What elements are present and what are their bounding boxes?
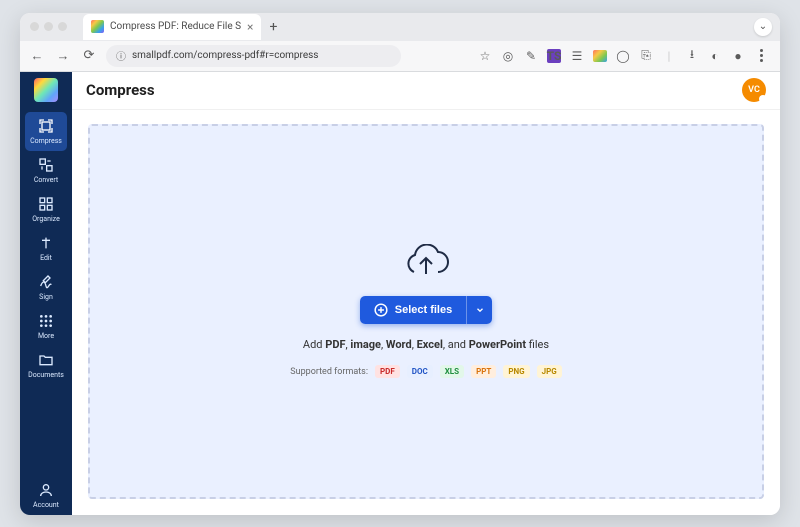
reload-button[interactable]: ⟳ — [80, 47, 98, 65]
format-pdf-badge: PDF — [375, 365, 400, 378]
sidebar-label: Sign — [39, 293, 53, 301]
address-bar-row: ← → ⟳ ⓘ smallpdf.com/compress-pdf#r=comp… — [20, 41, 780, 71]
maximize-window-icon[interactable] — [58, 22, 67, 31]
url-text: smallpdf.com/compress-pdf#r=compress — [132, 50, 318, 61]
file-dropzone[interactable]: Select files Add PDF, image, Word, Excel… — [88, 124, 764, 499]
back-button[interactable]: ← — [28, 47, 46, 65]
content: Select files Add PDF, image, Word, Excel… — [72, 110, 780, 515]
smallpdf-logo-icon[interactable] — [34, 78, 58, 102]
sidebar-item-compress[interactable]: Compress — [25, 112, 67, 151]
ext-shield-icon[interactable]: ◐ — [708, 49, 722, 63]
sidebar-label: Organize — [32, 215, 60, 223]
address-bar[interactable]: ⓘ smallpdf.com/compress-pdf#r=compress — [106, 45, 401, 67]
sidebar-label: More — [38, 332, 54, 340]
select-files-dropdown[interactable] — [466, 296, 492, 324]
tab-close-icon[interactable]: × — [247, 20, 253, 34]
tab-strip: Compress PDF: Reduce File S × + ⌄ — [20, 13, 780, 41]
supported-formats: Supported formats: PDF DOC XLS PPT PNG J… — [290, 365, 561, 378]
app-body: Compress Convert Organize Edit Sign More — [20, 72, 780, 515]
toolbar-icons: ☆ ◎ ✎ TS ☰ ◯ ⎘ | ⭳ ◐ ● — [478, 49, 772, 63]
sidebar: Compress Convert Organize Edit Sign More — [20, 72, 72, 515]
convert-icon — [38, 157, 54, 173]
ext-sep-icon: | — [662, 49, 676, 63]
avatar-initials: VC — [748, 85, 760, 95]
menu-icon[interactable] — [754, 49, 768, 63]
sidebar-item-edit[interactable]: Edit — [25, 229, 67, 268]
documents-icon — [38, 352, 54, 368]
page-header: Compress VC — [72, 72, 780, 110]
t: PowerPoint — [469, 338, 526, 351]
t: Word — [386, 338, 412, 351]
sidebar-item-more[interactable]: More — [25, 307, 67, 346]
organize-icon — [38, 196, 54, 212]
star-icon[interactable]: ☆ — [478, 49, 492, 63]
forward-button[interactable]: → — [54, 47, 72, 65]
close-window-icon[interactable] — [30, 22, 39, 31]
t: image — [350, 338, 381, 351]
t: PDF — [325, 338, 345, 351]
more-icon — [38, 313, 54, 329]
ext-camera-icon[interactable]: ◯ — [616, 49, 630, 63]
browser-window: Compress PDF: Reduce File S × + ⌄ ← → ⟳ … — [20, 13, 780, 515]
window-controls — [20, 22, 77, 31]
tab-title: Compress PDF: Reduce File S — [110, 21, 241, 32]
plus-circle-icon — [374, 303, 388, 317]
t: Add — [303, 338, 325, 351]
ext-color-icon[interactable] — [593, 49, 607, 63]
sidebar-item-account[interactable]: Account — [25, 476, 67, 515]
sidebar-item-organize[interactable]: Organize — [25, 190, 67, 229]
account-icon — [38, 482, 54, 498]
format-doc-badge: DOC — [407, 365, 433, 378]
page-title: Compress — [86, 81, 155, 99]
ext-1p-icon[interactable]: ◎ — [501, 49, 515, 63]
sidebar-label: Convert — [34, 176, 58, 184]
ext-ts-icon[interactable]: TS — [547, 49, 561, 63]
format-ppt-badge: PPT — [471, 365, 496, 378]
upload-subtext: Add PDF, image, Word, Excel, and PowerPo… — [303, 338, 549, 351]
ext-wand-icon[interactable]: ✎ — [524, 49, 538, 63]
edit-icon — [38, 235, 54, 251]
t: , and — [443, 338, 469, 351]
compress-icon — [38, 118, 54, 134]
browser-chrome: Compress PDF: Reduce File S × + ⌄ ← → ⟳ … — [20, 13, 780, 72]
sidebar-item-sign[interactable]: Sign — [25, 268, 67, 307]
sidebar-label: Documents — [28, 371, 64, 379]
format-png-badge: PNG — [503, 365, 529, 378]
download-icon[interactable]: ⭳ — [685, 49, 699, 63]
profile-icon[interactable]: ● — [731, 49, 745, 63]
format-jpg-badge: JPG — [537, 365, 562, 378]
avatar[interactable]: VC — [742, 78, 766, 102]
main-area: Compress VC Select files — [72, 72, 780, 515]
expand-chrome-icon[interactable]: ⌄ — [754, 18, 772, 36]
sidebar-item-convert[interactable]: Convert — [25, 151, 67, 190]
sidebar-label: Edit — [40, 254, 52, 262]
select-files-button[interactable]: Select files — [360, 296, 466, 324]
sidebar-label: Account — [33, 501, 59, 509]
t: Excel — [417, 338, 443, 351]
upload-cloud-icon — [402, 244, 450, 282]
select-files-label: Select files — [395, 304, 452, 316]
ext-list-icon[interactable]: ☰ — [570, 49, 584, 63]
sidebar-label: Compress — [30, 137, 62, 145]
new-tab-button[interactable]: + — [261, 19, 285, 35]
browser-tab[interactable]: Compress PDF: Reduce File S × — [83, 14, 261, 40]
minimize-window-icon[interactable] — [44, 22, 53, 31]
select-files-group: Select files — [360, 296, 492, 324]
sign-icon — [38, 274, 54, 290]
ext-clip-icon[interactable]: ⎘ — [639, 49, 653, 63]
lock-icon: ⓘ — [116, 48, 126, 63]
format-xls-badge: XLS — [440, 365, 464, 378]
formats-label: Supported formats: — [290, 367, 368, 377]
t: files — [526, 338, 549, 351]
chevron-down-icon — [475, 305, 485, 315]
favicon-icon — [91, 20, 104, 33]
sidebar-item-documents[interactable]: Documents — [25, 346, 67, 385]
